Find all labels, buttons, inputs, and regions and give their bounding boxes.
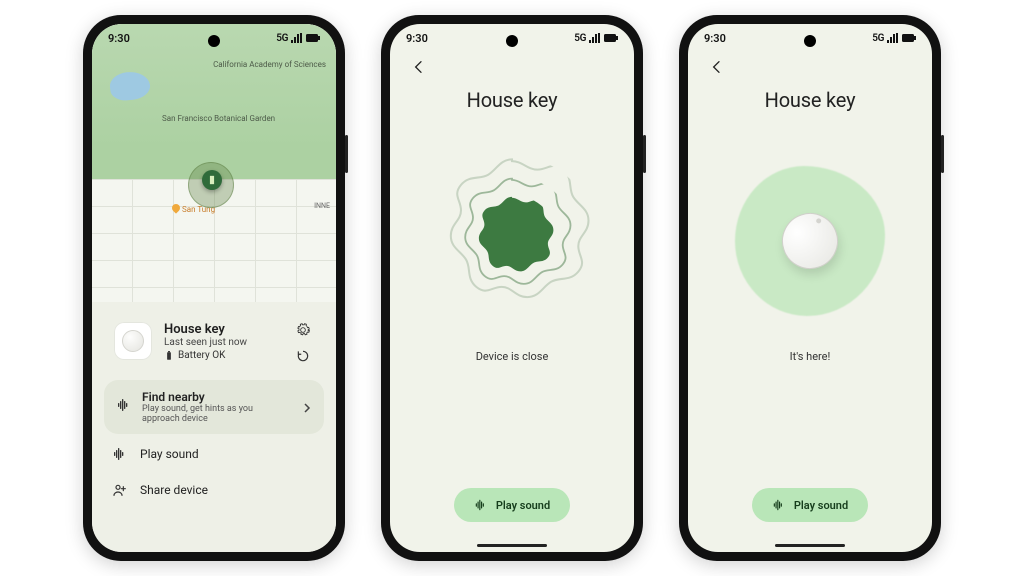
status-network: 5G bbox=[574, 33, 586, 44]
proximity-indicator bbox=[725, 156, 895, 326]
find-nearby-subtitle: Play sound, get hints as you approach de… bbox=[142, 404, 292, 424]
phone-frame-3: 9:30 5G House key It's here! Play sound bbox=[679, 15, 941, 561]
sound-wave-icon bbox=[116, 397, 132, 417]
device-name: House key bbox=[164, 322, 284, 337]
play-sound-row[interactable]: Play sound bbox=[104, 438, 324, 470]
play-sound-button[interactable]: Play sound bbox=[752, 488, 868, 522]
status-time: 9:30 bbox=[406, 32, 428, 45]
bottom-sheet: House key Last seen just now Battery OK bbox=[92, 302, 336, 552]
battery-status-icon bbox=[164, 351, 174, 361]
signal-icon bbox=[887, 33, 899, 43]
chevron-right-icon bbox=[302, 398, 312, 417]
phone-frame-1: 9:30 5G California Academy of Sciences S… bbox=[83, 15, 345, 561]
map-poi-inner: INNE bbox=[314, 202, 330, 210]
status-time: 9:30 bbox=[108, 32, 130, 45]
proximity-status: It's here! bbox=[790, 350, 831, 363]
status-time: 9:30 bbox=[704, 32, 726, 45]
device-battery-status: Battery OK bbox=[164, 350, 284, 361]
map-poi-california-academy: California Academy of Sciences bbox=[213, 60, 326, 69]
signal-icon bbox=[291, 33, 303, 43]
tracker-tag-icon bbox=[122, 330, 144, 352]
find-nearby-title: Find nearby bbox=[142, 390, 292, 404]
home-indicator[interactable] bbox=[775, 544, 845, 547]
screen: 9:30 5G House key bbox=[390, 24, 634, 552]
status-network: 5G bbox=[872, 33, 884, 44]
phone-frame-2: 9:30 5G House key bbox=[381, 15, 643, 561]
play-sound-label: Play sound bbox=[794, 499, 848, 512]
battery-icon bbox=[306, 34, 320, 42]
back-button[interactable] bbox=[406, 54, 432, 80]
battery-icon bbox=[902, 34, 916, 42]
device-pin-icon bbox=[207, 175, 217, 185]
proximity-status: Device is close bbox=[476, 350, 549, 363]
play-sound-label: Play sound bbox=[496, 499, 550, 512]
refresh-button[interactable] bbox=[295, 348, 311, 364]
device-location-pin[interactable] bbox=[202, 170, 222, 190]
sound-wave-icon bbox=[474, 498, 488, 512]
signal-icon bbox=[589, 33, 601, 43]
finder-view: House key Device is close Play sound bbox=[390, 52, 634, 552]
camera-hole-icon bbox=[506, 35, 518, 47]
play-sound-button[interactable]: Play sound bbox=[454, 488, 570, 522]
device-thumbnail bbox=[114, 322, 152, 360]
home-indicator[interactable] bbox=[477, 544, 547, 547]
find-nearby-card[interactable]: Find nearby Play sound, get hints as you… bbox=[104, 380, 324, 434]
back-button[interactable] bbox=[704, 54, 730, 80]
arrow-left-icon bbox=[411, 59, 427, 75]
screen: 9:30 5G California Academy of Sciences S… bbox=[92, 24, 336, 552]
camera-hole-icon bbox=[804, 35, 816, 47]
device-last-seen: Last seen just now bbox=[164, 337, 284, 348]
map-view[interactable]: California Academy of Sciences San Franc… bbox=[92, 24, 336, 314]
battery-icon bbox=[604, 34, 618, 42]
proximity-indicator bbox=[427, 156, 597, 326]
screen: 9:30 5G House key It's here! Play sound bbox=[688, 24, 932, 552]
share-device-row[interactable]: Share device bbox=[104, 474, 324, 506]
camera-hole-icon bbox=[208, 35, 220, 47]
proximity-blob-icon bbox=[466, 195, 558, 287]
sound-wave-icon bbox=[112, 446, 128, 462]
settings-button[interactable] bbox=[295, 322, 311, 338]
gear-icon bbox=[296, 323, 310, 337]
finder-title: House key bbox=[467, 88, 558, 112]
arrow-left-icon bbox=[709, 59, 725, 75]
share-person-icon bbox=[112, 482, 128, 498]
finder-title: House key bbox=[765, 88, 856, 112]
refresh-icon bbox=[296, 349, 310, 363]
share-device-label: Share device bbox=[140, 483, 208, 497]
device-card: House key Last seen just now Battery OK bbox=[104, 312, 324, 374]
play-sound-label: Play sound bbox=[140, 447, 199, 461]
sound-wave-icon bbox=[772, 498, 786, 512]
map-poi-botanical-garden: San Francisco Botanical Garden bbox=[162, 114, 275, 123]
status-network: 5G bbox=[276, 33, 288, 44]
finder-view: House key It's here! Play sound bbox=[688, 52, 932, 552]
